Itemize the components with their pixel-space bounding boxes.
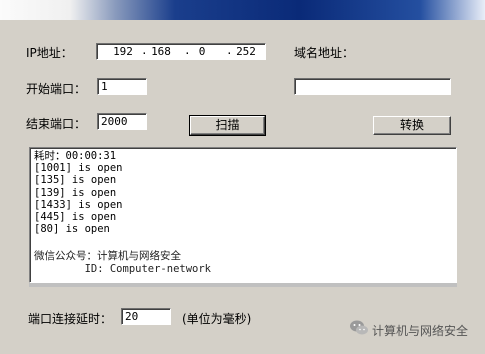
open-port-line: [445] is open [34,211,117,224]
scan-button[interactable]: 扫描 [189,115,266,136]
ip-address-field[interactable]: 192 . 168 . 0 . 252 [96,43,266,60]
domain-field[interactable] [294,78,451,95]
open-port-line: [139] is open [34,186,117,199]
domain-label: 域名地址： [294,46,355,60]
ip-dot: . [184,44,191,57]
delay-field[interactable]: 20 [121,308,171,325]
ip-dot: . [141,44,148,57]
elapsed-time-line: 耗时：00:00:31 [34,150,117,162]
ip-octet-1: 192 [113,45,133,58]
open-port-line: [1433] is open [34,198,123,211]
scan-results-box[interactable]: 耗时：00:00:31 [1001] is open [135] is open… [29,147,457,283]
wechat-account-line: 微信公众号：计算机与网络安全 [34,250,181,263]
title-bar [0,0,485,20]
horizontal-scrollbar[interactable] [29,283,457,287]
ip-octet-4: 252 [236,45,256,58]
ip-octet-2: 168 [151,45,171,58]
start-port-field[interactable]: 1 [97,78,147,95]
wechat-id-line: ID: Computer-network [34,262,212,275]
delay-unit-label: (单位为毫秒) [182,312,252,326]
wechat-icon [350,320,368,335]
end-port-field[interactable]: 2000 [97,113,147,130]
watermark-text: 计算机与网络安全 [372,324,469,338]
end-port-label: 结束端口： [26,117,87,131]
open-port-line: [80] is open [34,223,110,236]
ip-dot: . [226,44,233,57]
ip-octet-3: 0 [198,45,206,58]
start-port-label: 开始端口： [26,82,87,96]
convert-button[interactable]: 转换 [373,116,451,135]
open-port-line: [135] is open [34,174,117,187]
delay-label: 端口连接延时： [28,312,113,326]
ip-label: IP地址： [26,46,73,60]
open-port-line: [1001] is open [34,162,123,175]
